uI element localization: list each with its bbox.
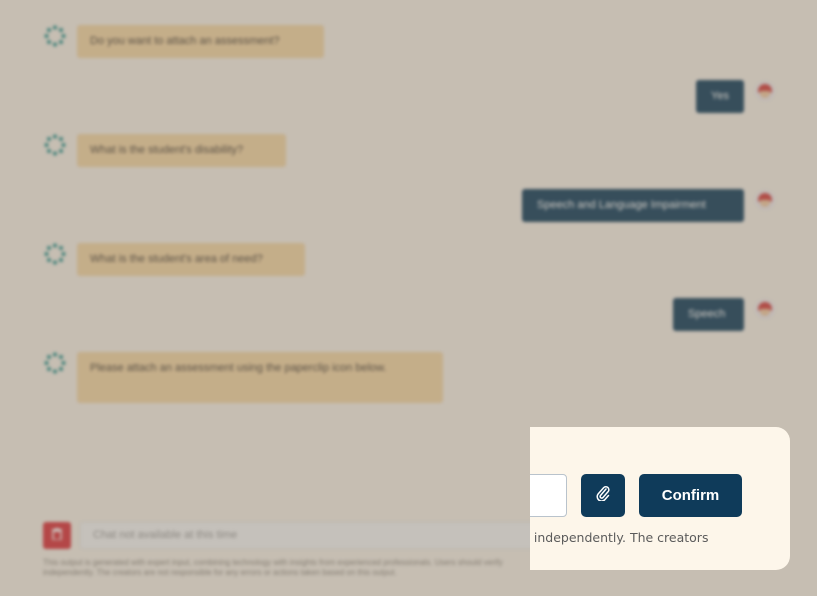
- user-avatar-icon: [755, 190, 775, 210]
- user-avatar-icon: [755, 299, 775, 319]
- bot-message: Do you want to attach an assessment?: [77, 25, 324, 58]
- user-message: Speech and Language Impairment: [522, 189, 744, 222]
- delete-chat-button[interactable]: [43, 522, 71, 549]
- trash-icon: [52, 527, 62, 545]
- bot-message: What is the student's area of need?: [77, 243, 305, 276]
- paperclip-icon: [596, 485, 610, 506]
- disclaimer-text: This output is generated with expert inp…: [43, 558, 503, 577]
- bot-avatar-icon: [44, 25, 66, 47]
- bot-avatar-icon: [44, 243, 66, 265]
- attach-button[interactable]: [581, 474, 625, 517]
- confirm-button[interactable]: Confirm: [639, 474, 742, 517]
- bot-message: Please attach an assessment using the pa…: [77, 352, 443, 403]
- bot-message: What is the student's disability?: [77, 134, 286, 167]
- user-message: Yes: [696, 80, 744, 113]
- assessment-input[interactable]: [530, 474, 567, 517]
- user-message: Speech: [673, 298, 744, 331]
- user-avatar-icon: [755, 81, 775, 101]
- chat-input[interactable]: Chat not available at this time: [80, 522, 550, 549]
- bot-avatar-icon: [44, 134, 66, 156]
- disclaimer-text: n independently. The creators: [530, 530, 709, 545]
- attach-assessment-card: Confirm n independently. The creators: [530, 427, 790, 570]
- bot-avatar-icon: [44, 352, 66, 374]
